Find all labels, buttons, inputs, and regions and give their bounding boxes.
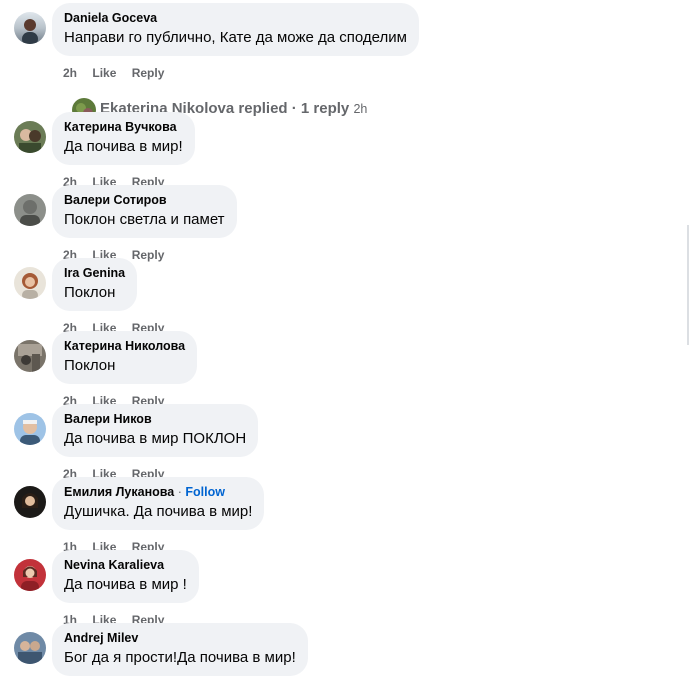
- comment-author[interactable]: Daniela Goceva: [64, 10, 407, 26]
- avatar-photo-icon: [22, 19, 38, 44]
- avatar[interactable]: [14, 12, 46, 44]
- comment-author[interactable]: Валери Ников: [64, 411, 246, 427]
- comment-author[interactable]: Andrej Milev: [64, 630, 296, 646]
- comment-author[interactable]: Валери Сотиров: [64, 192, 225, 208]
- separator-dot: ·: [177, 485, 182, 499]
- avatar[interactable]: [14, 340, 46, 372]
- comment-author[interactable]: Емилия Луканова: [64, 485, 174, 499]
- avatar-photo-icon: [20, 200, 40, 226]
- comment-author[interactable]: Nevina Karalieva: [64, 557, 187, 573]
- avatar-photo-icon: [22, 493, 38, 508]
- avatar[interactable]: [14, 194, 46, 226]
- comment-text: Да почива в мир!: [64, 138, 183, 155]
- avatar[interactable]: [14, 121, 46, 153]
- comment-bubble: Валери Сотиров Поклон светла и памет: [52, 185, 237, 238]
- comment-bubble: Катерина Николова Поклон: [52, 331, 198, 384]
- reply-button[interactable]: Reply: [132, 66, 165, 80]
- comment-actions: 2h Like Reply: [63, 66, 176, 80]
- comment-bubble: Катерина Вучкова Да почива в мир!: [52, 112, 195, 165]
- like-button[interactable]: Like: [92, 66, 116, 80]
- comment-text: Направи го публично, Кате да може да спо…: [64, 29, 407, 46]
- comment-author[interactable]: Катерина Вучкова: [64, 119, 183, 135]
- replies-time: 2h: [353, 102, 368, 116]
- avatar[interactable]: [14, 486, 46, 518]
- follow-button[interactable]: Follow: [185, 485, 225, 499]
- avatar-photo-icon: [20, 420, 40, 445]
- reply-button[interactable]: Reply: [132, 248, 165, 262]
- avatar-photo-icon: [22, 273, 38, 299]
- comment-bubble: Емилия Луканова · Follow Душичка. Да поч…: [52, 477, 265, 530]
- comment-bubble: Nevina Karalieva Да почива в мир !: [52, 550, 199, 603]
- avatar[interactable]: [14, 267, 46, 299]
- avatar[interactable]: [14, 559, 46, 591]
- comment-text: Да почива в мир ПОКЛОН: [64, 430, 247, 447]
- comment-author-row: Емилия Луканова · Follow: [64, 484, 252, 500]
- avatar-photo-icon: [18, 641, 42, 664]
- comment-text: Поклон: [64, 284, 116, 301]
- avatar-photo-icon: [19, 129, 41, 153]
- comment-text: Поклон: [64, 357, 116, 374]
- comment-bubble: Валери Ников Да почива в мир ПОКЛОН: [52, 404, 259, 457]
- comment-text: Душичка. Да почива в мир!: [64, 503, 253, 520]
- comment-bubble: Ira Genina Поклон: [52, 258, 138, 311]
- comment-author[interactable]: Ira Genina: [64, 265, 125, 281]
- avatar-photo-icon: [18, 344, 42, 372]
- comment-bubble: Andrej Milev Бог да я прости!Да почива в…: [52, 623, 308, 676]
- comment-bubble: Daniela Goceva Направи го публично, Кате…: [52, 3, 419, 56]
- comment-time[interactable]: 2h: [63, 66, 77, 80]
- comment-text: Да почива в мир !: [64, 576, 187, 593]
- comment-author[interactable]: Катерина Николова: [64, 338, 185, 354]
- scrollbar[interactable]: [687, 225, 689, 345]
- comment-text: Поклон светла и памет: [64, 211, 225, 228]
- avatar[interactable]: [14, 413, 46, 445]
- comment-text: Бог да я прости!Да почива в мир!: [64, 649, 296, 666]
- avatar[interactable]: [14, 632, 46, 664]
- avatar-photo-icon: [21, 566, 39, 591]
